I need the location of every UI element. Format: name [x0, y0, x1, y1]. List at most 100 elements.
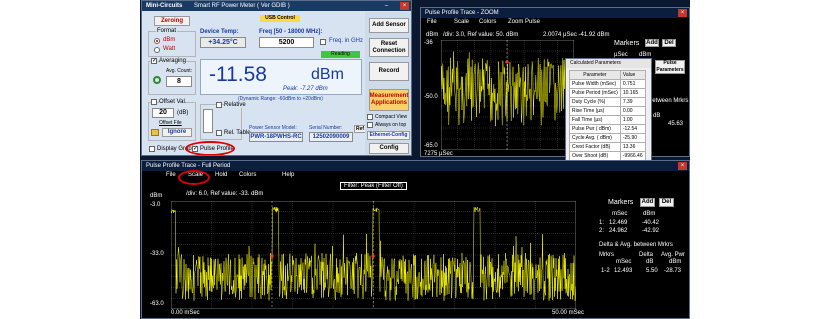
freq-ghz-checkbox[interactable]: [320, 39, 326, 45]
calc-param-name: Duty Cycle (%): [569, 97, 621, 107]
zoom-ytick-top: -36: [424, 40, 433, 46]
device-temp-field: +34.25°C: [200, 37, 246, 48]
dynamic-range-label: (Dynamic Range: -60dBm to +20dBm): [238, 96, 323, 102]
zoom-menu-file[interactable]: File: [427, 18, 437, 27]
usb-control-badge: USB Control: [260, 15, 300, 22]
power-meter-title-bar[interactable]: Mini-Circuits Smart RF Power Meter ( Ver…: [142, 1, 411, 11]
calc-col-parameter: Parameter: [569, 70, 621, 80]
format-watt-radio[interactable]: [154, 47, 160, 53]
format-label: Format: [156, 28, 178, 34]
full-period-trace-plot[interactable]: [171, 201, 576, 309]
full-menu-colors[interactable]: Colors: [239, 171, 256, 180]
calc-param-value: 1.00: [619, 115, 646, 125]
reset-connection-button[interactable]: Reset Connection: [369, 38, 409, 57]
zeroing-button[interactable]: Zeroing: [154, 16, 190, 26]
calc-window-title: Calculated Parameters: [570, 60, 621, 66]
full-marker-point: [270, 254, 274, 258]
relative-checkbox[interactable]: [216, 102, 222, 108]
reading-status: Reading: [321, 51, 360, 58]
config-button[interactable]: Config: [369, 143, 409, 154]
folder-icon[interactable]: [151, 129, 159, 136]
freq-field[interactable]: 5200: [259, 37, 314, 48]
compact-view-checkbox[interactable]: [367, 114, 373, 120]
sensor-model-field: PWR-18PWHS-RC: [249, 132, 303, 142]
calc-title-bar[interactable]: Calculated Parameters: [566, 59, 651, 68]
calc-param-value: 10.165: [619, 88, 646, 98]
ethernet-config-button[interactable]: Ethernet-Config: [367, 131, 410, 140]
pulse-parameters-button[interactable]: Pulse Parameters: [655, 60, 685, 74]
full-add-marker-button[interactable]: Add: [640, 198, 655, 207]
full-ytick-mid: -33.0: [150, 251, 164, 257]
zoom-menu-scale[interactable]: Scale: [454, 18, 469, 27]
filter-label: Filter: Peak (Filter Off): [340, 182, 407, 190]
minimize-icon[interactable]: –: [382, 2, 391, 10]
calc-parameters-table: Parameter Value Pulse Width (mSec) 0.751 P…: [569, 70, 646, 160]
refresh-icon[interactable]: [153, 76, 161, 84]
averaging-checkbox[interactable]: ✓: [151, 58, 157, 64]
format-dbm-radio[interactable]: [154, 38, 160, 44]
averaging-label: Averaging: [159, 58, 186, 64]
sensor-model-label: Power Sensor Model:: [249, 125, 297, 131]
full-title-bar[interactable]: Pulse Profile Trace - Full Period ×: [142, 161, 689, 171]
zoom-menu-zoom-pulse[interactable]: Zoom Pulse: [508, 18, 540, 27]
calc-param-name: Fall Time (µs): [569, 115, 621, 125]
full-close-icon[interactable]: ×: [678, 162, 687, 170]
zoom-markers-label: Markers: [614, 40, 640, 47]
device-temp-label: Device Temp:: [200, 29, 239, 35]
offset-file-label: Offset File: [159, 120, 182, 126]
zoom-close-icon[interactable]: ×: [678, 9, 687, 17]
zoom-ytick-mid: -50.0: [424, 94, 438, 100]
full-ytick-bottom: -63.0: [150, 301, 164, 307]
record-button[interactable]: Record: [369, 62, 409, 81]
calc-row: Duty Cycle (%) 7.39: [569, 97, 646, 107]
always-on-top-checkbox[interactable]: [367, 122, 373, 128]
zoom-trace-plot[interactable]: [441, 40, 574, 150]
calc-header-row: Parameter Value: [569, 70, 646, 80]
full-menu-help[interactable]: Help: [282, 171, 294, 180]
reading-unit: dBm: [311, 66, 344, 83]
delta-title: Delta & Avg. between Mrkrs: [599, 242, 673, 248]
compact-view-label: Compact View: [375, 114, 408, 120]
avg-count-field[interactable]: 8: [166, 76, 192, 87]
full-del-marker-button[interactable]: Del: [659, 198, 674, 207]
display-graph-checkbox[interactable]: [149, 146, 155, 152]
offset-unit-label: (dB): [177, 110, 189, 116]
calc-param-name: Cycle Avg. ( dBm): [569, 133, 621, 143]
full-menu-file[interactable]: File: [166, 171, 176, 180]
calc-row: Pulse Width (mSec) 0.751: [569, 79, 646, 89]
relative-field[interactable]: [203, 109, 213, 133]
full-ytick-top: -3.0: [150, 202, 161, 208]
offset-val-field[interactable]: 20: [152, 108, 174, 118]
zoom-menu-colors[interactable]: Colors: [479, 18, 496, 27]
zoom-title-bar[interactable]: Pulse Profile Trace - ZOOM ×: [421, 8, 689, 18]
serial-label: Serial Number:: [309, 125, 343, 131]
offset-checkbox[interactable]: [151, 99, 157, 105]
calc-param-value: 0.00: [619, 106, 646, 116]
marker-2-time: 24.962: [609, 228, 628, 234]
zoom-db-label: dB: [653, 113, 661, 119]
delta-header-mrkrs: Mrkrs: [599, 252, 614, 258]
format-dbm-label: dBm: [163, 37, 176, 43]
zoom-right-value: 45.63: [668, 121, 684, 127]
measurement-apps-button[interactable]: Measurement Applications: [369, 89, 409, 111]
calc-param-value: -12.54: [619, 124, 646, 134]
rel-table-checkbox[interactable]: [216, 130, 222, 136]
delta-row-delta-time: 12.493: [614, 268, 633, 274]
brand-label: Mini-Circuits: [146, 3, 183, 9]
peak-readout: Peak: -7.27 dBm: [283, 86, 328, 92]
close-icon[interactable]: ×: [400, 2, 409, 10]
highlight-ellipse-scale: [178, 170, 210, 185]
full-menu-hold[interactable]: Hold: [215, 171, 227, 180]
full-ylabel: dBm: [150, 193, 163, 199]
full-markers-label: Markers: [608, 199, 634, 206]
format-group: [148, 31, 196, 57]
calc-row: Cycle Avg. ( dBm) -25.90: [569, 133, 646, 143]
zoom-add-marker-button[interactable]: Add: [645, 39, 659, 47]
add-sensor-button[interactable]: Add Sensor: [369, 18, 409, 33]
calc-row: Rise Time (µs) 0.00: [569, 106, 646, 116]
ignore-button[interactable]: Ignore: [162, 128, 192, 137]
zoom-del-marker-button[interactable]: Del: [662, 39, 676, 47]
calc-param-name: Rise Time (µs): [569, 106, 621, 116]
calc-param-value: -25.90: [619, 133, 646, 143]
avg-count-label: Avg. Count:: [166, 68, 193, 74]
